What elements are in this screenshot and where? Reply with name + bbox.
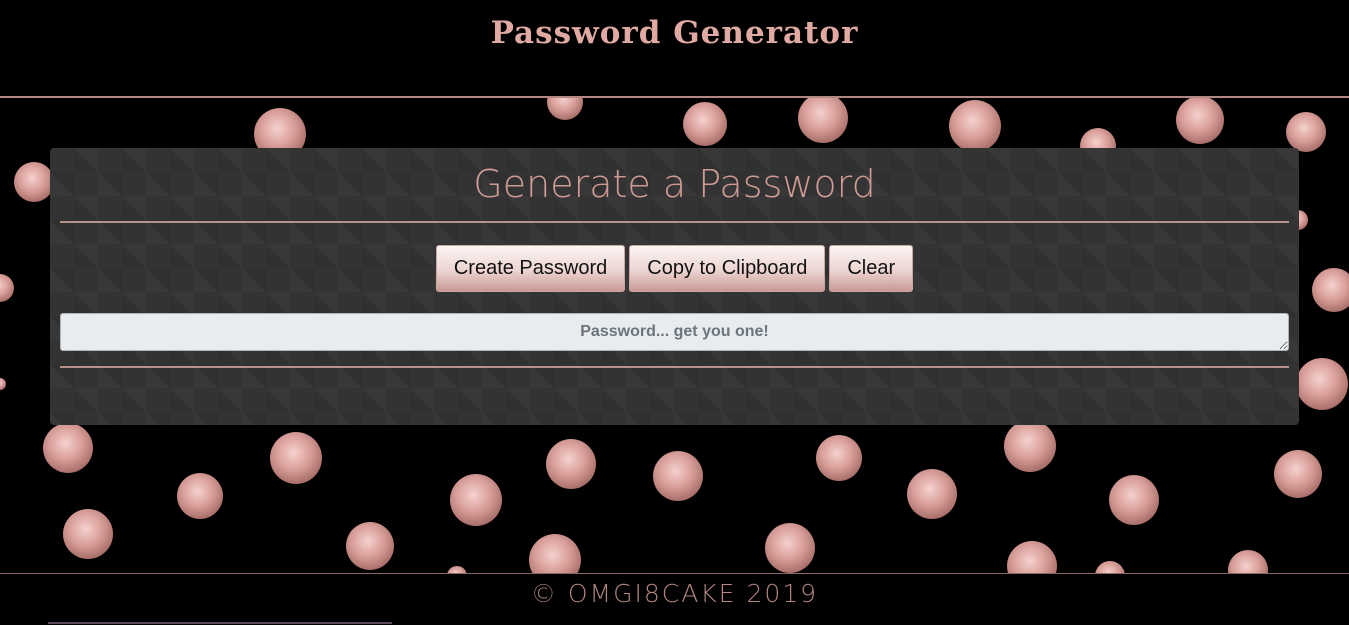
card-divider-top	[60, 221, 1289, 223]
copyright-text: © OMGI8CAKE 2019	[530, 579, 819, 608]
page-footer: © OMGI8CAKE 2019	[0, 573, 1349, 625]
create-password-button[interactable]: Create Password	[435, 245, 626, 292]
card-divider-bottom	[60, 366, 1289, 368]
page-header: Password Generator	[0, 0, 1349, 98]
button-group: Create Password Copy to Clipboard Clear	[50, 245, 1299, 292]
page-title: Password Generator	[490, 15, 859, 51]
copy-to-clipboard-button[interactable]: Copy to Clipboard	[629, 245, 826, 292]
clear-button[interactable]: Clear	[829, 245, 914, 292]
footer-scroll-indicator	[48, 622, 392, 624]
generator-card: Generate a Password Create Password Copy …	[50, 148, 1299, 425]
password-output-field[interactable]	[60, 313, 1289, 351]
card-title: Generate a Password	[473, 162, 876, 206]
